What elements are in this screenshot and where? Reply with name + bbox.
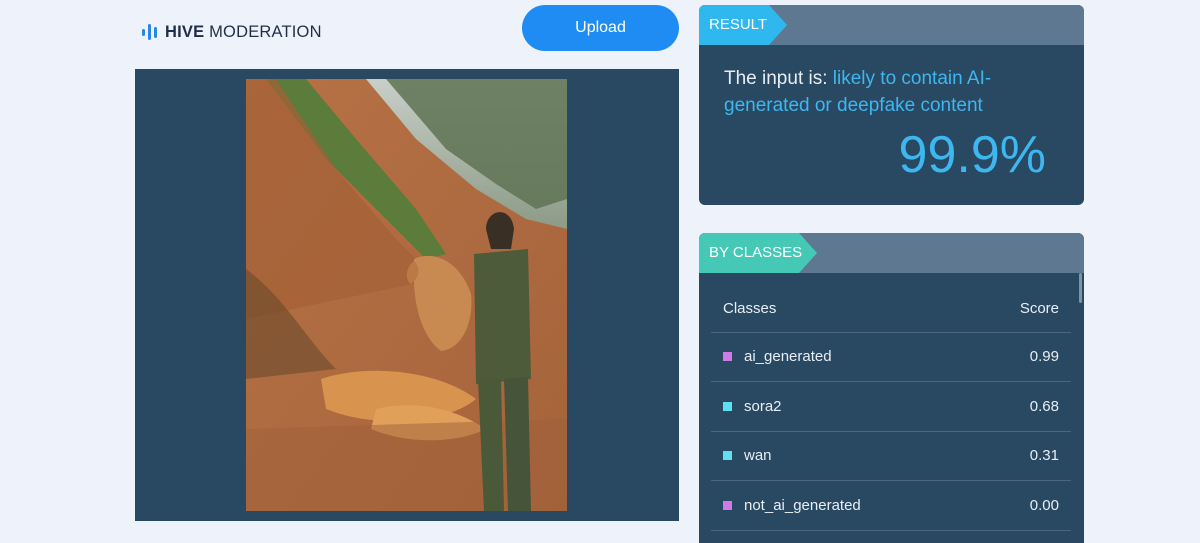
row-name-cell: ai_generated [711, 348, 1030, 365]
brand-name-bold: HIVE [165, 22, 205, 41]
header-score: Score [1019, 299, 1059, 317]
class-color-swatch [723, 352, 732, 361]
table-row: not_ai_generated 0.00 [711, 481, 1071, 531]
upload-button[interactable]: Upload [522, 5, 679, 51]
class-color-swatch [723, 501, 732, 510]
class-name: wan [744, 447, 772, 464]
class-score: 0.99 [1029, 348, 1059, 365]
verdict-prefix: The input is: [724, 68, 833, 89]
hive-logo[interactable]: HIVE MODERATION [141, 22, 322, 42]
brand-name-rest: MODERATION [204, 22, 322, 41]
row-name-cell: sora2 [711, 398, 1030, 415]
result-tag: RESULT [699, 5, 787, 45]
row-name-cell: wan [711, 447, 1030, 464]
uploaded-image [246, 79, 567, 511]
class-color-swatch [723, 451, 732, 460]
class-color-swatch [723, 402, 732, 411]
row-name-cell: not_ai_generated [711, 497, 1030, 514]
classes-tag: BY CLASSES [699, 233, 817, 273]
classes-table-header: Classes Score [711, 284, 1071, 333]
header-classes: Classes [723, 299, 777, 317]
result-percent: 99.9% [898, 126, 1046, 184]
classes-panel: BY CLASSES Classes Score ai_generated 0.… [699, 233, 1084, 543]
class-score: 0.31 [1029, 447, 1059, 464]
class-name: sora2 [744, 398, 782, 415]
class-score: 0.68 [1029, 398, 1059, 415]
brand-name: HIVE MODERATION [165, 23, 322, 42]
class-score: 0.00 [1029, 497, 1059, 514]
table-row: sora2 0.68 [711, 382, 1071, 432]
classes-scrollbar[interactable] [1079, 273, 1082, 303]
hive-logo-icon [142, 24, 157, 40]
result-header: RESULT [699, 5, 1084, 45]
class-name: not_ai_generated [744, 497, 861, 514]
result-panel: RESULT The input is: likely to contain A… [699, 5, 1084, 205]
table-row: ai_generated 0.99 [711, 332, 1071, 382]
media-preview [135, 69, 679, 521]
classes-header: BY CLASSES [699, 233, 1084, 273]
table-row: wan 0.31 [711, 431, 1071, 481]
class-name: ai_generated [744, 348, 832, 365]
result-verdict: The input is: likely to contain AI-gener… [724, 65, 1044, 119]
